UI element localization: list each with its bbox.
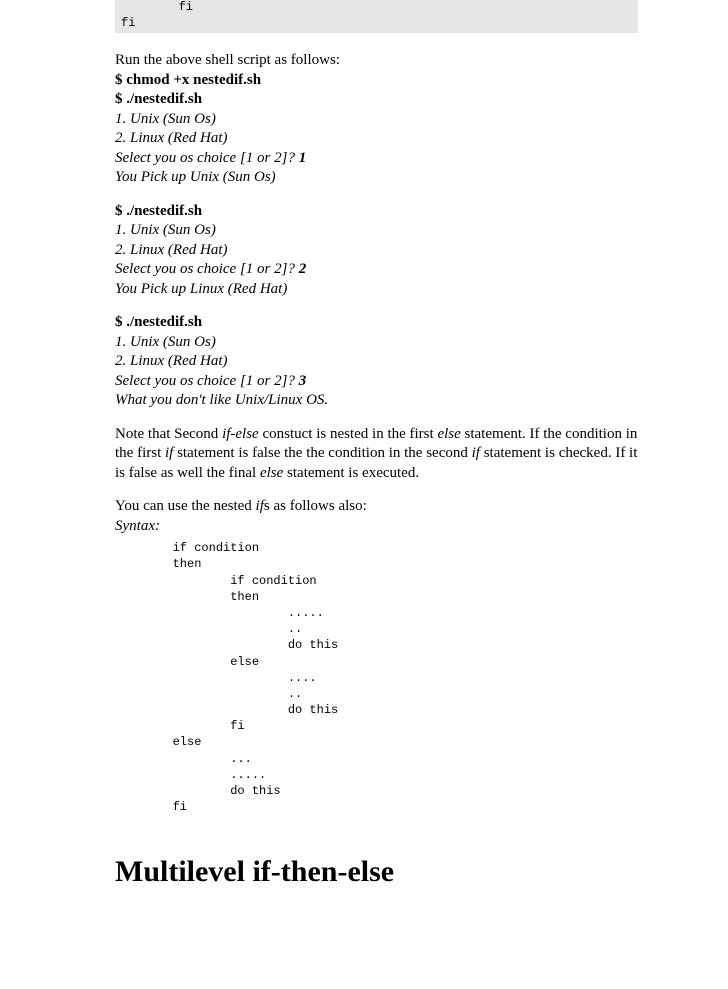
keyword: if [256, 498, 264, 514]
output-line: 2. Linux (Red Hat) [115, 353, 227, 369]
syntax-block: if condition then if condition then ....… [115, 540, 638, 815]
intro-text: Run the above shell script as follows: [115, 52, 340, 68]
output-line: 2. Linux (Red Hat) [115, 242, 227, 258]
user-input: 3 [299, 373, 307, 389]
keyword: if [472, 445, 480, 461]
shell-command: $ ./nestedif.sh [115, 203, 202, 219]
text: s as follows also: [264, 498, 367, 514]
output-line: 1. Unix (Sun Os) [115, 222, 216, 238]
text: constuct is nested in the first [259, 426, 438, 442]
run-block-2: $ ./nestedif.sh 1. Unix (Sun Os) 2. Linu… [115, 202, 638, 300]
text: statement is executed. [283, 465, 419, 481]
shell-command: $ chmod +x nestedif.sh [115, 72, 261, 88]
output-line: 2. Linux (Red Hat) [115, 130, 227, 146]
keyword: else [260, 465, 283, 481]
shell-command: $ ./nestedif.sh [115, 91, 202, 107]
note-paragraph: Note that Second if-else constuct is nes… [115, 425, 638, 484]
output-line: 1. Unix (Sun Os) [115, 111, 216, 127]
top-code-block: fi fi [115, 0, 638, 33]
document-page: fi fi Run the above shell script as foll… [0, 0, 728, 989]
section-heading: Multilevel if-then-else [115, 855, 638, 889]
result-line: You Pick up Unix (Sun Os) [115, 169, 276, 185]
run-block-3: $ ./nestedif.sh 1. Unix (Sun Os) 2. Linu… [115, 313, 638, 411]
text: Note that Second [115, 426, 222, 442]
user-input: 2 [299, 261, 307, 277]
prompt-line: Select you os choice [1 or 2]? [115, 373, 299, 389]
user-input: 1 [299, 150, 307, 166]
result-line: You Pick up Linux (Red Hat) [115, 281, 287, 297]
prompt-line: Select you os choice [1 or 2]? [115, 261, 299, 277]
text: You can use the nested [115, 498, 256, 514]
prompt-line: Select you os choice [1 or 2]? [115, 150, 299, 166]
run-block-1: Run the above shell script as follows: $… [115, 51, 638, 188]
syntax-label: Syntax: [115, 518, 160, 534]
output-line: 1. Unix (Sun Os) [115, 334, 216, 350]
keyword: if-else [222, 426, 259, 442]
shell-command: $ ./nestedif.sh [115, 314, 202, 330]
text: statement is false the the condition in … [173, 445, 471, 461]
keyword: else [437, 426, 460, 442]
result-line: What you don't like Unix/Linux OS. [115, 392, 328, 408]
nested-intro: You can use the nested ifs as follows al… [115, 497, 638, 536]
